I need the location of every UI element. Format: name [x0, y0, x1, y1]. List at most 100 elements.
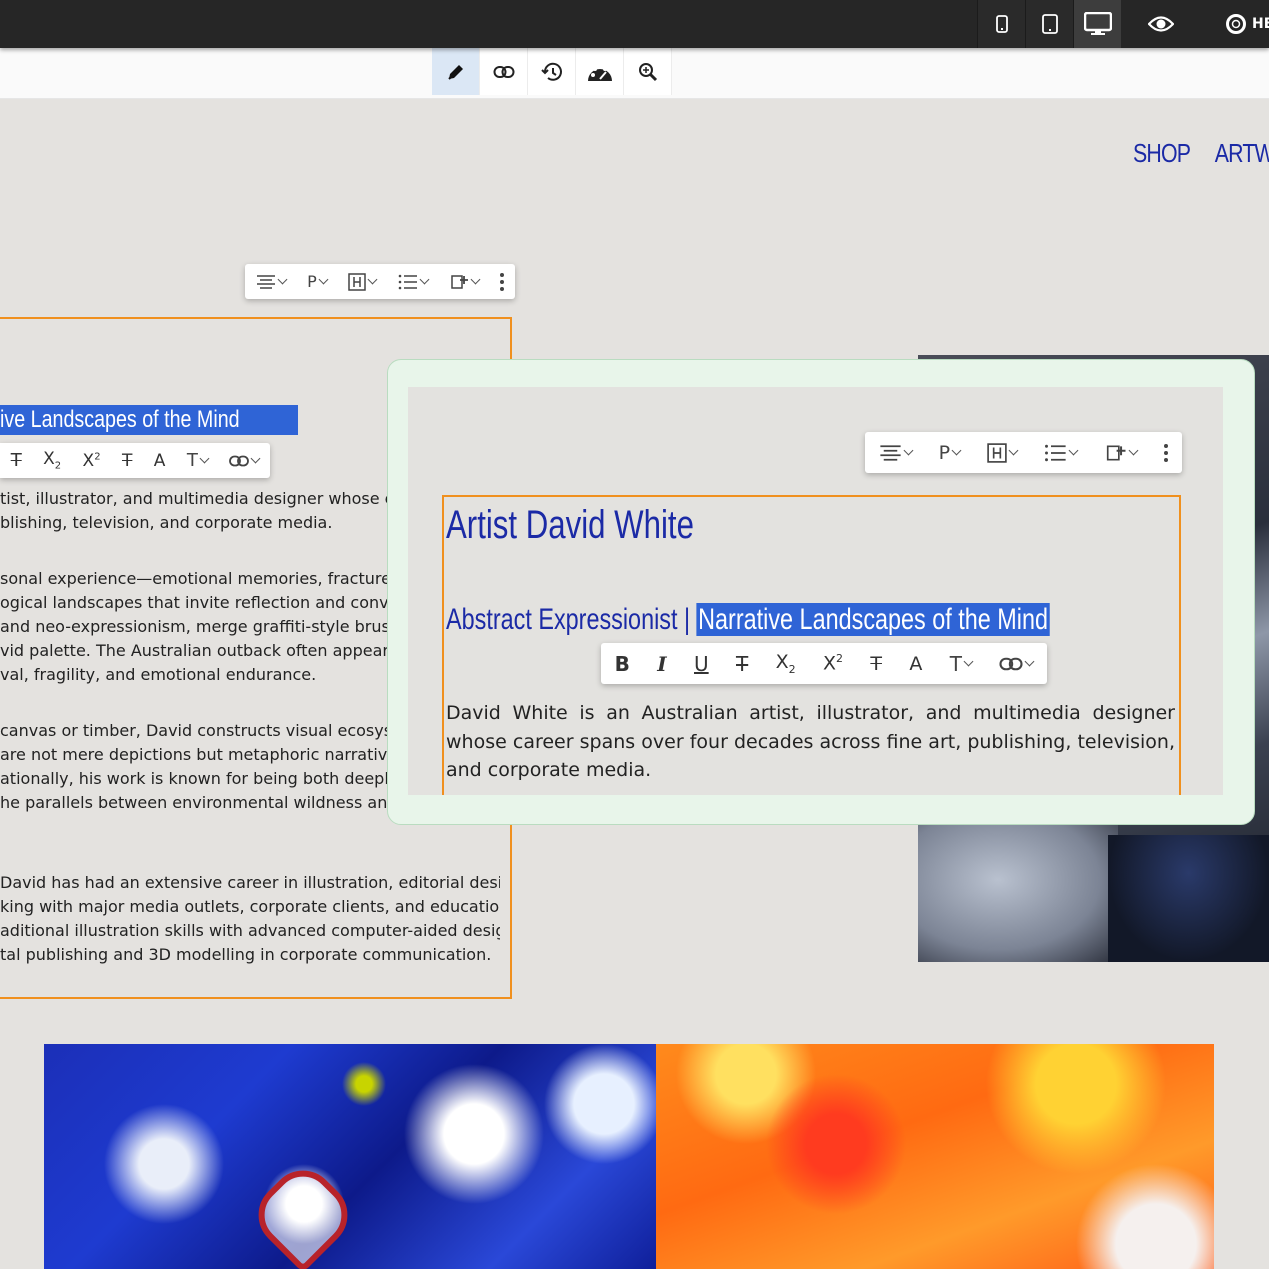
popup-canvas: P Artist David White Abstract Expression… — [408, 387, 1223, 795]
paragraph-line: tal publishing and 3D modelling in corpo… — [0, 945, 492, 964]
zoom-icon — [638, 62, 657, 81]
heading-icon — [987, 442, 1007, 463]
heading-dropdown[interactable] — [987, 442, 1019, 463]
orange-painting — [656, 1044, 1214, 1269]
device-switcher — [977, 0, 1121, 48]
heading-icon — [348, 272, 366, 291]
italic-icon[interactable]: I — [657, 652, 666, 676]
link-dropdown[interactable] — [229, 453, 261, 467]
paragraph-line: he parallels between environmental wildn… — [0, 793, 390, 812]
link-icon — [493, 65, 514, 78]
help-button[interactable]: HE — [1226, 12, 1269, 36]
tablet-view-button[interactable] — [1025, 0, 1073, 48]
font-size-icon: T — [186, 450, 198, 471]
subscript-icon[interactable]: X2 — [43, 449, 61, 471]
desktop-icon — [1083, 12, 1112, 35]
font-color-icon[interactable]: A — [909, 653, 922, 675]
paragraph-line: king with major media outlets, corporate… — [0, 897, 500, 916]
insert-dropdown[interactable] — [449, 273, 481, 291]
strikethrough-icon[interactable]: T — [11, 450, 22, 471]
top-bar: HE — [0, 0, 1269, 48]
paragraph-line: ationally, his work is known for being b… — [0, 769, 390, 788]
list-dropdown[interactable] — [1044, 444, 1079, 462]
selected-heading[interactable]: ive Landscapes of the Mind — [0, 405, 299, 435]
mobile-view-button[interactable] — [977, 0, 1025, 48]
inline-toolbar-background: T X2 X2 T A T — [0, 443, 270, 478]
seo-button[interactable] — [624, 48, 672, 95]
list-icon — [398, 274, 417, 289]
mobile-icon — [995, 15, 1008, 33]
list-icon — [1045, 444, 1066, 461]
font-color-icon[interactable]: A — [154, 451, 166, 471]
paragraph-dropdown[interactable]: P — [938, 441, 962, 464]
paragraph-line: val, fragility, and emotional endurance. — [0, 665, 317, 684]
paragraph-line: David has had an extensive career in ill… — [0, 873, 500, 892]
intro-paragraph[interactable]: David White is an Australian artist, ill… — [446, 699, 1175, 785]
paragraph-dropdown[interactable]: P — [307, 272, 329, 291]
paragraph-line: are not mere depictions but metaphoric n… — [0, 745, 390, 764]
desktop-view-button[interactable] — [1073, 0, 1121, 48]
tablet-icon — [1041, 14, 1058, 34]
clear-format-icon[interactable]: T — [122, 451, 132, 471]
pencil-icon — [447, 64, 463, 80]
history-icon — [540, 62, 562, 81]
font-size-dropdown[interactable]: T — [949, 651, 974, 676]
paragraph-line: aditional illustration skills with advan… — [0, 921, 500, 940]
eye-icon — [1148, 16, 1174, 32]
editor-toolbar — [0, 48, 1269, 99]
insert-icon — [451, 274, 468, 289]
subtitle[interactable]: Abstract Expressionist | Narrative Lands… — [446, 603, 1050, 637]
link-icon — [229, 455, 250, 466]
align-dropdown[interactable] — [256, 274, 288, 290]
strikethrough-icon[interactable]: T — [736, 652, 748, 676]
heading-dropdown[interactable] — [348, 272, 378, 291]
block-toolbar: P — [245, 264, 515, 299]
blue-painting — [44, 1044, 656, 1269]
link-icon — [999, 657, 1023, 670]
site-nav: SHOP ARTWO — [1133, 138, 1269, 169]
dashboard-icon — [587, 63, 612, 81]
paragraph-line: sonal experience—emotional memories, fra… — [0, 569, 390, 588]
link-dropdown[interactable] — [999, 656, 1035, 671]
help-label: HE — [1252, 16, 1269, 32]
paragraph-icon: P — [938, 441, 951, 464]
align-icon — [879, 444, 901, 461]
superscript-icon[interactable]: X2 — [823, 652, 843, 674]
artwork-image — [44, 1044, 1214, 1269]
edit-button[interactable] — [432, 48, 480, 95]
insert-dropdown[interactable] — [1104, 443, 1139, 463]
subscript-icon[interactable]: X2 — [776, 651, 796, 676]
font-size-dropdown[interactable]: T — [186, 450, 210, 471]
paragraph-line: ogical landscapes that invite reflection… — [0, 593, 390, 612]
heart-shape — [245, 1157, 361, 1269]
superscript-icon[interactable]: X2 — [83, 451, 101, 471]
paragraph-line: tist, illustrator, and multimedia design… — [0, 489, 390, 508]
align-icon — [256, 274, 275, 289]
bold-icon[interactable]: B — [615, 652, 630, 676]
paragraph-line: blishing, television, and corporate medi… — [0, 513, 333, 532]
more-icon[interactable] — [1164, 443, 1169, 462]
font-size-icon: T — [949, 651, 962, 676]
align-dropdown[interactable] — [879, 444, 913, 462]
subtitle-selection[interactable]: Narrative Landscapes of the Mind — [696, 603, 1050, 636]
underline-icon[interactable]: U — [694, 652, 709, 676]
nav-item-artwork[interactable]: ARTWO — [1215, 138, 1269, 169]
design-button[interactable] — [576, 48, 624, 95]
history-button[interactable] — [528, 48, 576, 95]
lifebuoy-icon — [1226, 14, 1246, 34]
clear-format-icon[interactable]: T — [870, 653, 882, 675]
link-button[interactable] — [480, 48, 528, 95]
insert-icon — [1107, 445, 1126, 460]
nav-item-shop[interactable]: SHOP — [1133, 138, 1191, 169]
paragraph-line: vid palette. The Australian outback ofte… — [0, 641, 390, 660]
inline-format-toolbar: B I U T X2 X2 T A T — [601, 643, 1047, 684]
paragraph-line: canvas or timber, David constructs visua… — [0, 721, 390, 740]
block-toolbar: P — [865, 432, 1182, 473]
list-dropdown[interactable] — [398, 274, 429, 290]
paragraph-icon: P — [307, 272, 317, 291]
page-title[interactable]: Artist David White — [446, 503, 694, 548]
preview-button[interactable] — [1138, 0, 1184, 48]
more-icon[interactable] — [500, 272, 505, 291]
zoom-editor-popup: P Artist David White Abstract Expression… — [387, 359, 1255, 825]
subtitle-prefix: Abstract Expressionist | — [446, 603, 697, 636]
